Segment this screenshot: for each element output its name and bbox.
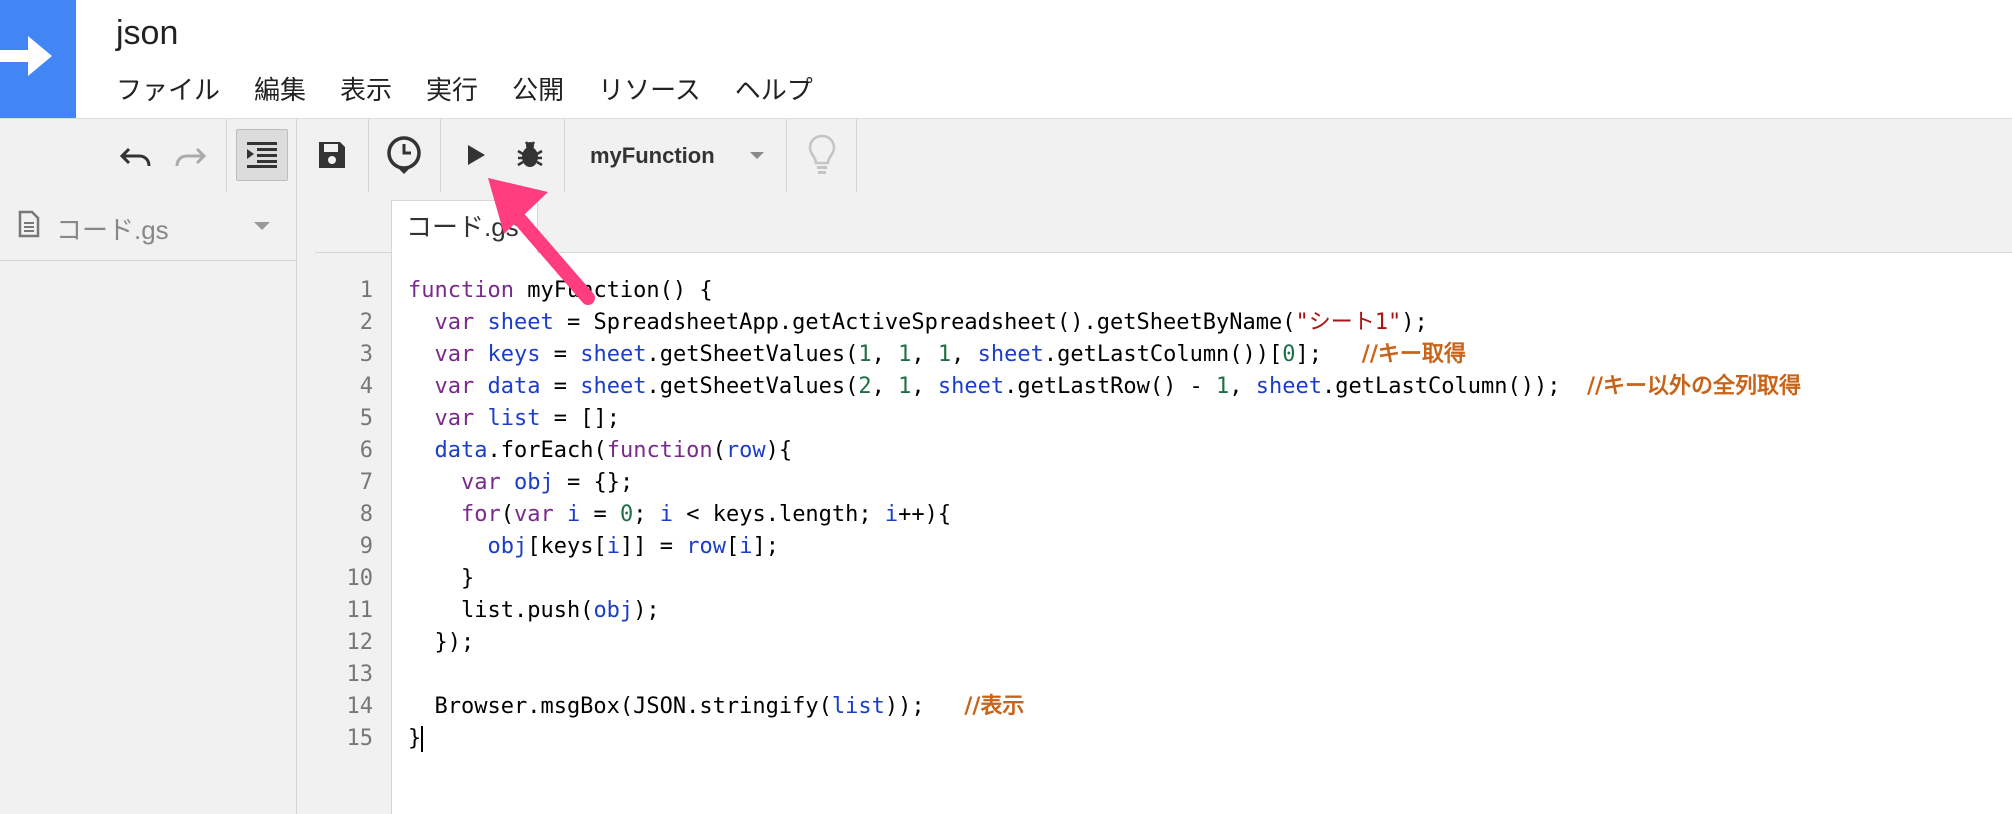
hint-button[interactable] (800, 131, 844, 179)
line-number: 2 (359, 310, 373, 335)
line-number: 15 (346, 726, 374, 751)
code-line[interactable]: function myFunction() { (408, 275, 1801, 307)
line-number: 9 (359, 534, 373, 559)
bug-icon (517, 141, 543, 167)
code-area[interactable]: function myFunction() { var sheet = Spre… (408, 275, 1801, 755)
line-number: 6 (359, 438, 373, 463)
code-line[interactable]: } (408, 563, 1801, 595)
text-cursor (421, 726, 424, 752)
line-number: 11 (346, 598, 374, 623)
code-line[interactable]: obj[keys[i]] = row[i]; (408, 531, 1801, 563)
menu-edit[interactable]: 編集 (254, 72, 306, 108)
save-icon (319, 142, 345, 168)
document-icon (18, 210, 40, 238)
undo-icon (119, 147, 151, 167)
file-sidebar: コード.gs (0, 192, 297, 814)
code-line[interactable]: }); (408, 627, 1801, 659)
chevron-down-icon (750, 152, 764, 159)
line-number: 7 (359, 470, 373, 495)
code-line[interactable]: var list = []; (408, 403, 1801, 435)
play-icon (468, 145, 485, 165)
arrow-right-icon (0, 36, 52, 76)
code-line[interactable]: } (408, 723, 1801, 755)
indent-button[interactable] (236, 129, 288, 181)
menu-help[interactable]: ヘルプ (735, 72, 813, 108)
menu-file[interactable]: ファイル (116, 72, 220, 108)
line-number: 3 (359, 342, 373, 367)
run-button[interactable] (456, 135, 496, 175)
line-number: 10 (346, 566, 374, 591)
line-number-gutter: 1 2 3 4 5 6 7 8 9 10 11 12 13 14 15 (315, 253, 392, 814)
code-line[interactable]: var sheet = SpreadsheetApp.getActiveSpre… (408, 307, 1801, 339)
redo-button[interactable] (170, 137, 210, 177)
code-line[interactable] (408, 659, 1801, 691)
triggers-button[interactable] (382, 133, 426, 177)
code-line[interactable]: list.push(obj); (408, 595, 1801, 627)
menu-view[interactable]: 表示 (340, 72, 392, 108)
clock-icon (387, 136, 421, 174)
line-number: 8 (359, 502, 373, 527)
menu-bar: ファイル 編集 表示 実行 公開 リソース ヘルプ (116, 72, 847, 108)
code-line[interactable]: var data = sheet.getSheetValues(2, 1, sh… (408, 371, 1802, 403)
chevron-down-icon[interactable] (254, 222, 270, 230)
file-name: コード.gs (56, 215, 169, 245)
toolbar: myFunction (0, 118, 2012, 193)
save-button[interactable] (310, 133, 354, 177)
code-line[interactable]: var obj = {}; (408, 467, 1801, 499)
lightbulb-icon (808, 134, 836, 174)
file-item[interactable]: コード.gs (0, 192, 296, 261)
menu-resources[interactable]: リソース (598, 72, 701, 108)
line-number: 13 (346, 662, 374, 687)
code-line[interactable]: var keys = sheet.getSheetValues(1, 1, 1,… (408, 339, 1801, 371)
code-line[interactable]: for(var i = 0; i < keys.length; i++){ (408, 499, 1801, 531)
undo-button[interactable] (116, 137, 156, 177)
function-select-label: myFunction (590, 143, 715, 168)
line-number: 4 (359, 374, 373, 399)
menu-run[interactable]: 実行 (426, 72, 478, 108)
code-line[interactable]: data.forEach(function(row){ (408, 435, 1801, 467)
indent-icon (247, 142, 277, 168)
annotation-arrow-icon (488, 178, 595, 305)
menu-publish[interactable]: 公開 (512, 72, 564, 108)
line-number: 5 (359, 406, 373, 431)
line-number: 1 (359, 278, 373, 303)
code-line[interactable]: Browser.msgBox(JSON.stringify(list)); //… (408, 691, 1801, 723)
line-number: 12 (346, 630, 374, 655)
app-logo[interactable] (0, 0, 76, 118)
project-title[interactable]: json (116, 14, 178, 53)
line-number: 14 (346, 694, 374, 719)
redo-icon (175, 147, 207, 167)
